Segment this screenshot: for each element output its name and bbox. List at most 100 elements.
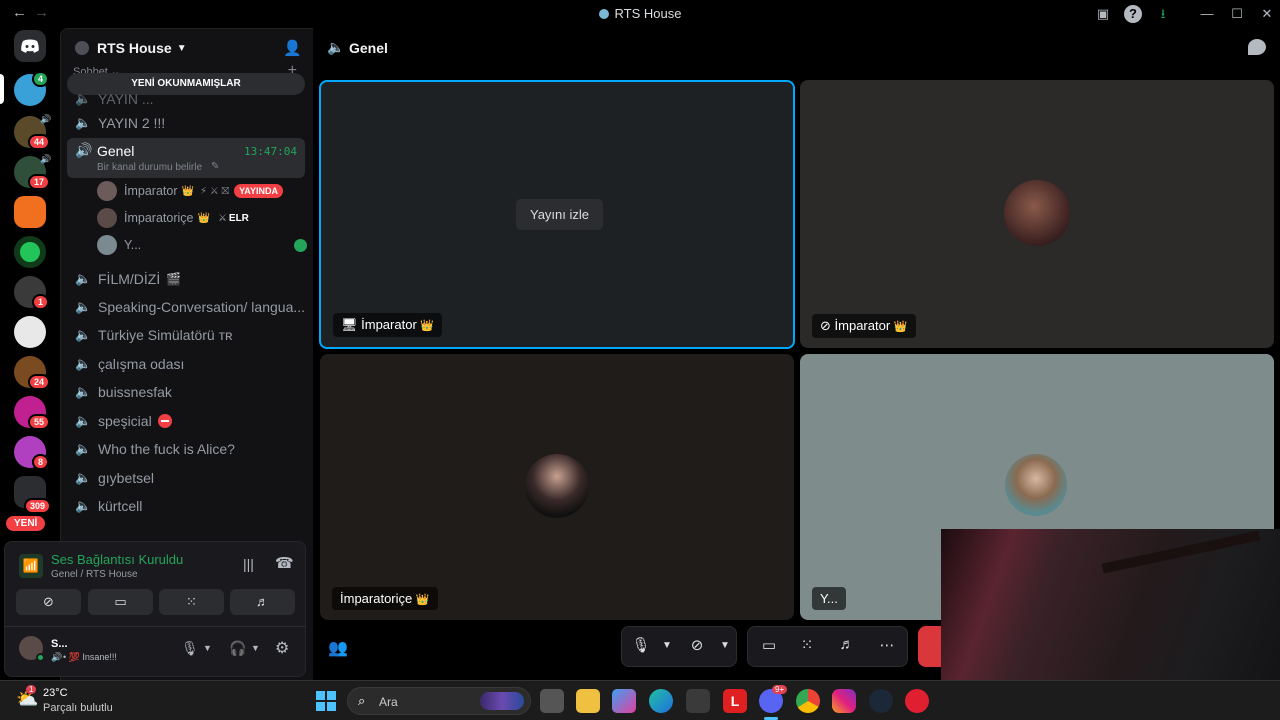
crown-icon: 👑	[415, 594, 430, 606]
server-icon-8[interactable]: 24	[14, 356, 51, 390]
server-icon-4[interactable]	[14, 196, 46, 228]
camera-off-button[interactable]: ⊘	[16, 589, 81, 615]
participant-name: İmparator	[361, 317, 417, 332]
taskbar-search[interactable]: ⌕ Ara	[347, 687, 531, 715]
voice-channel[interactable]: 🔈 buissnesfak	[75, 380, 172, 404]
voice-channel[interactable]: 🔈 kürtcell	[75, 494, 142, 518]
copilot-icon[interactable]	[612, 689, 636, 713]
voice-channel[interactable]: 🔈 Türkiye Simülatörü ᴛʀ	[75, 323, 233, 347]
more-options-icon[interactable]: ⋯	[876, 636, 898, 654]
voice-user-row[interactable]: İmparator 👑 ⚡ ⚔ ⛝ YAYINDA	[97, 180, 283, 202]
server-icon-6[interactable]: 1	[14, 276, 50, 310]
server-icon-7[interactable]	[14, 316, 46, 348]
headphones-icon[interactable]: 🎧	[229, 640, 246, 657]
file-explorer-icon[interactable]	[576, 689, 600, 713]
speaker-icon: 🔈	[75, 271, 92, 286]
channel-status-text[interactable]: Bir kanal durumu belirle	[97, 162, 202, 173]
server-icon-bluebird[interactable]: 4	[14, 71, 50, 106]
voice-user-row[interactable]: İmparatoriçe 👑 ⚔ ELR	[97, 207, 249, 229]
online-dot	[36, 653, 45, 662]
voice-status[interactable]: Ses Bağlantısı Kuruldu	[51, 552, 183, 567]
download-icon[interactable]: ⭳	[1154, 5, 1172, 23]
help-icon[interactable]: ?	[1124, 5, 1142, 23]
server-icon-5[interactable]	[14, 236, 46, 268]
invite-people-icon[interactable]: 👤	[283, 39, 302, 57]
user-area	[5, 626, 305, 627]
steam-icon[interactable]	[869, 689, 893, 713]
speaker-icon: 🔈	[75, 356, 92, 371]
server-folder[interactable]: 309	[14, 476, 52, 514]
inbox-icon[interactable]: ▣	[1094, 5, 1112, 23]
voice-channel[interactable]: 🔈 YAYIN ...	[75, 87, 154, 111]
server-icon-3[interactable]: 🔊 17	[14, 154, 51, 190]
watch-stream-button[interactable]: Yayını izle	[516, 199, 604, 230]
screen-share-button[interactable]: ▭	[758, 636, 780, 654]
chevron-down-icon[interactable]: ▼	[203, 643, 212, 653]
minimize-button[interactable]: —	[1198, 5, 1216, 23]
voice-channel[interactable]: 🔈 speşicial	[75, 409, 172, 433]
soundboard-button[interactable]: ♬	[230, 589, 295, 615]
crown-icon: 👑	[420, 320, 435, 332]
instagram-icon[interactable]	[832, 689, 856, 713]
soundboard-button[interactable]: ♬	[836, 636, 858, 653]
chevron-down-icon[interactable]: ▼	[656, 640, 678, 651]
voice-channel[interactable]: 🔈 Who the fuck is Alice?	[75, 437, 235, 461]
voice-user-row[interactable]: Y...	[97, 234, 307, 256]
chevron-down-icon[interactable]: ▼	[714, 640, 736, 651]
store-icon[interactable]	[686, 689, 710, 713]
camera-off-button[interactable]: ⊘	[686, 636, 708, 654]
voice-channel[interactable]: 🔈 çalışma odası	[75, 352, 184, 376]
noise-suppression-icon[interactable]: |||	[243, 556, 254, 572]
activities-button[interactable]: ⁙	[796, 636, 818, 654]
weather-text[interactable]: Parçalı bulutlu	[43, 702, 113, 714]
voice-channel[interactable]: 🔈 FİLM/DİZİ 🎬	[75, 267, 181, 291]
server-icon-2[interactable]: 🔊 44	[14, 114, 51, 150]
l-app-icon[interactable]: L	[723, 689, 747, 713]
temperature[interactable]: 23°C	[43, 687, 68, 699]
channel-name: Genel	[97, 143, 135, 159]
mention-badge: 309	[24, 498, 52, 514]
channel-name: çalışma odası	[98, 356, 185, 372]
voice-user-name: Y...	[124, 238, 142, 252]
task-view-icon[interactable]	[540, 689, 564, 713]
guild-header[interactable]: RTS House ▼ 👤	[61, 29, 314, 67]
chrome-icon[interactable]	[796, 689, 820, 713]
server-icon-10[interactable]: 8	[14, 436, 50, 470]
discord-home-button[interactable]	[14, 30, 46, 62]
maximize-button[interactable]: ☐	[1228, 5, 1246, 23]
stream-tile[interactable]: Yayını izle 🖥 İmparator 👑	[319, 80, 795, 349]
microphone-icon[interactable]: 🎙	[181, 640, 199, 657]
participant-name: Y...	[820, 591, 838, 606]
user-status[interactable]: • 💯 Insane!!!	[63, 652, 117, 663]
windows-taskbar: ⛅ 1 23°C Parçalı bulutlu ⌕ Ara L 9+	[0, 680, 1280, 720]
chat-bubble-icon[interactable]	[1248, 39, 1266, 55]
server-icon-9[interactable]: 55	[14, 396, 51, 430]
voice-user-name: İmparatoriçe	[124, 211, 194, 225]
discord-logo-icon	[21, 39, 39, 53]
voice-channel[interactable]: 🔈 gıybetsel	[75, 466, 154, 490]
participant-tile[interactable]: ⊘ İmparator 👑	[800, 80, 1274, 348]
youtube-music-icon[interactable]	[905, 689, 929, 713]
edge-icon[interactable]	[649, 689, 673, 713]
channel-name: Speaking-Conversation/ langua...	[98, 299, 306, 315]
microphone-button[interactable]: 🎙	[630, 636, 652, 654]
channel-name: speşicial	[98, 413, 152, 429]
gear-icon[interactable]: ⚙	[275, 638, 289, 658]
voice-channel[interactable]: 🔈 Speaking-Conversation/ langua...	[75, 295, 305, 319]
user-name[interactable]: S...	[51, 638, 68, 650]
active-voice-channel[interactable]: 🔊 Genel 13:47:04 Bir kanal durumu belirl…	[67, 138, 305, 178]
voice-location[interactable]: Genel / RTS House	[51, 569, 138, 580]
participant-tile[interactable]: İmparatoriçe 👑	[320, 354, 794, 620]
windows-start-icon[interactable]	[314, 689, 338, 713]
voice-channel[interactable]: 🔈 YAYIN 2 !!!	[75, 111, 165, 135]
activities-button[interactable]: ⁙	[159, 589, 224, 615]
new-unreads-pill[interactable]: YENİ	[6, 516, 46, 531]
disconnect-icon[interactable]: ☎	[275, 554, 294, 572]
close-button[interactable]: ✕	[1258, 5, 1276, 23]
add-people-icon[interactable]: 👥	[328, 638, 348, 658]
speaker-icon: 🔈	[75, 470, 92, 485]
speaker-icon: 🔈	[75, 91, 92, 106]
screen-share-button[interactable]: ▭	[88, 589, 153, 615]
chevron-down-icon[interactable]: ▼	[251, 643, 260, 653]
pencil-icon[interactable]: ✎	[211, 161, 219, 172]
